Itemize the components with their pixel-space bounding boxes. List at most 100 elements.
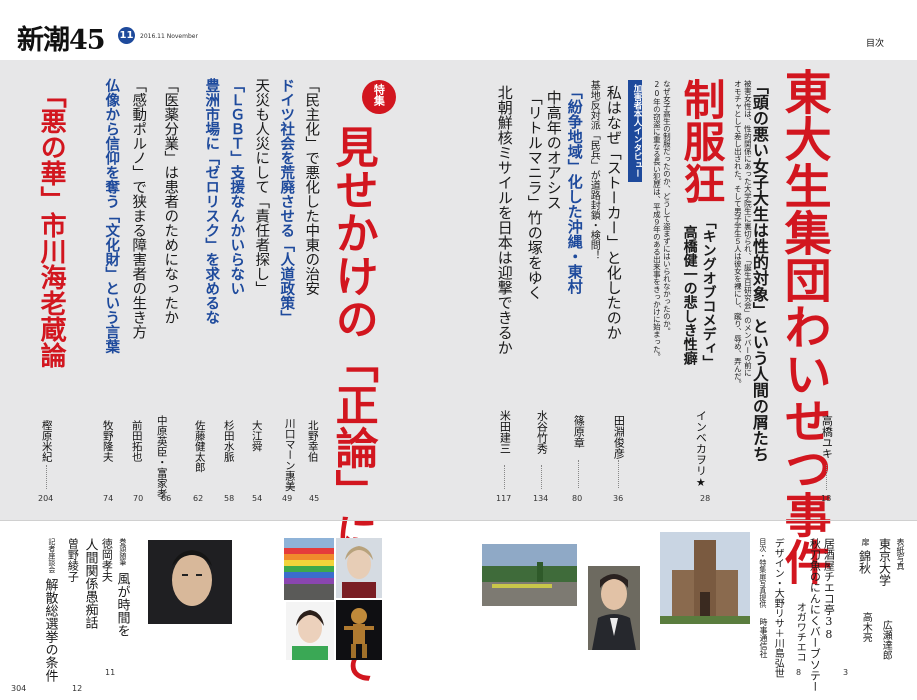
missile-title: 北朝鮮核ミサイルを日本は迎撃できるか [495, 85, 514, 355]
feature-item-4-author: 杉田水脈 [222, 420, 235, 462]
article2-blurb-1: 被害女性は、性的関係にあった大学院生に裏切られ、「誕生日研究会」のメンバーの前に [743, 80, 753, 377]
feature-item-6-title: 「医薬分業」は患者のためになったか [162, 78, 179, 325]
kabuki-title: 「悪の華」市川海老蔵論 [36, 82, 67, 368]
missile-author: 米田建三 [498, 410, 512, 454]
politician-merkel-photo [336, 538, 382, 598]
interview-dots [618, 460, 619, 488]
bottom-right-col2: 錦秋 [857, 550, 872, 574]
lead-dots [826, 465, 827, 490]
bottom-left-col3-page: 304 [11, 684, 27, 693]
feature-item-8-page: 74 [103, 494, 114, 503]
bottom-right-col3-page: 8 [796, 668, 802, 677]
tokyo-university-photo [660, 532, 750, 624]
missile-page: 117 [496, 494, 512, 503]
buddha-statue-photo [336, 600, 382, 660]
bottom-right-col2-author: 高木亮 [860, 612, 872, 642]
issue-date: 2016.11 November [140, 33, 198, 40]
bottom-left-col3-label: 記者座談会 [47, 538, 56, 573]
okinawa-page: 80 [572, 494, 583, 503]
feature-item-4-page: 58 [224, 494, 235, 503]
bottom-left-col1-author: 徳岡孝夫 [100, 538, 114, 582]
article2-blurb-2: オモチャとして差し出された。そして男子学生５人は彼女を裸にし、蹴り、辱め、弄んだ… [733, 80, 743, 388]
bottom-left-col1-page: 11 [105, 668, 116, 677]
credits-photo: 目次・特集扉写真提供 [758, 538, 767, 608]
bottom-divider [0, 520, 917, 521]
feature-item-3-author: 大江舜 [250, 420, 263, 452]
feature-item-7-author: 前田拓也 [130, 420, 143, 462]
lead-title: 東大生集団わいせつ事件 [775, 68, 831, 585]
cover-photo-label: 表紙写真 [895, 538, 905, 570]
feature-item-1-title: 「民主化」で悪化した中東の治安 [303, 78, 320, 296]
feature-item-7-page: 70 [133, 494, 144, 503]
bottom-left-col1-label: 巻頭随筆 [118, 538, 127, 566]
issue-number-badge: 11 [118, 27, 135, 44]
bottom-left-col2-author: 曽野綾子 [66, 538, 80, 582]
kabuki-dots [46, 465, 47, 489]
credits-design: デザイン・大野リサ＋川島弘世 [772, 538, 784, 678]
kabuki-actor-photo [148, 540, 232, 624]
feature-item-4-title: 「ＬＧＢＴ」支援なんかいらない [228, 78, 245, 296]
feature-badge: 特集 [362, 80, 396, 114]
feature-item-2-page: 49 [282, 494, 293, 503]
oasis-author: 水谷竹秀 [535, 410, 549, 454]
bottom-right-col3a: 居酒屋チエコ亭38 [822, 538, 836, 641]
interview-author: 田淵俊彦 [612, 415, 626, 459]
interview-page: 36 [613, 494, 624, 503]
okinawa-title: 「紛争地域」化した沖縄・東村 [565, 84, 584, 294]
credits-photo-source: 時事通信社 [758, 618, 768, 658]
bottom-left-col2-page: 12 [72, 684, 83, 693]
comedian-photo [588, 566, 640, 650]
article2-subtitle-b: 高橋健一の悲しき性癖 [681, 225, 698, 365]
rainbow-flag-photo [284, 538, 334, 600]
oasis-line1: 中高年のオアシス [544, 90, 563, 210]
feature-item-1-page: 45 [309, 494, 320, 503]
feature-item-3-page: 54 [252, 494, 263, 503]
kabuki-page: 204 [38, 494, 54, 503]
article2-blurb-4: 20年の窃盗に重なる長い犯歴は、平成９年のある出来事をきっかけに始まった。 [652, 80, 662, 361]
missile-dots [504, 465, 505, 489]
feature-item-3-title: 天災も人災にして「責任者探し」 [253, 78, 270, 296]
bottom-right-col3-author: オガワチエコ [794, 602, 806, 662]
feature-item-5-title: 豊洲市場に「ゼロリスク」を求めるな [203, 78, 220, 325]
lead-author: 高橋ユキ [820, 415, 834, 459]
okinawa-road-photo [482, 544, 577, 606]
bottom-left-col2: 人間関係愚痴話 [82, 538, 98, 629]
feature-item-1-author: 北野幸伯 [306, 420, 319, 462]
oasis-dots [541, 465, 542, 489]
feature-item-6-page: 66 [161, 494, 172, 503]
article2-title: 制服狂 [677, 78, 727, 204]
okinawa-author: 篠原章 [572, 415, 586, 448]
politician-koike-photo [286, 602, 334, 660]
bottom-right-col3b: 秋刀魚のにんにくバーブソテー [808, 538, 822, 692]
magazine-logo: 新潮45 [17, 25, 106, 56]
section-label: 目次 [866, 39, 885, 49]
oasis-line2: 「リトルマニラ」竹の塚をゆく [525, 90, 544, 300]
feature-item-8-author: 牧野隆夫 [101, 420, 114, 462]
bottom-right-col2-label: 扉 [860, 538, 870, 546]
okinawa-dots [578, 460, 579, 488]
feature-item-2-author: 川口マーン惠美 [283, 418, 296, 492]
lead-page: 18 [821, 494, 832, 503]
feature-item-6-author: 中原英臣・富家孝 [155, 415, 168, 499]
kabuki-author: 樫原米紀 [40, 420, 53, 462]
bottom-right-col1-author: 広瀬達郎 [880, 620, 892, 660]
bottom-left-col1: 風が時間を [114, 572, 130, 637]
article2-author: インベカヲリ★ [694, 410, 708, 489]
interview-title: 私はなぜ「ストーカー」と化したのか [604, 85, 623, 340]
article2-page: 28 [700, 494, 711, 503]
okinawa-top: 基地反対派「民兵」が道路封鎖・検問！ [588, 80, 600, 260]
feature-item-8-title: 仏像から信仰を奪う「文化財」という言葉 [103, 78, 120, 354]
article2-subtitle-a: 「キングオブコメディ」 [700, 215, 717, 369]
feature-item-2-title: ドイツ社会を荒廃させる「人道政策」 [278, 78, 295, 325]
feature-item-5-page: 62 [193, 494, 204, 503]
bottom-right-col2-page: 3 [843, 668, 849, 677]
bottom-right-col1: 東京大学 [877, 538, 892, 586]
article2-blurb-3: なぜ女子高生の制服だったのか、どうして盗まずにはいられなかったのか。 [662, 80, 672, 335]
interview-label: 加害者本人インタビュー [628, 80, 642, 182]
feature-badge-label: 特集 [372, 84, 386, 106]
oasis-page: 134 [533, 494, 549, 503]
feature-item-7-title: 「感動ポルノ」で狭まる障害者の生き方 [130, 78, 147, 339]
feature-item-5-author: 佐藤健太郎 [193, 420, 206, 473]
lead-subtitle: 「頭の悪い女子大生は性的対象」という人間の屑たち [749, 78, 769, 462]
bottom-left-col3: 解散総選挙の条件 [42, 578, 58, 682]
